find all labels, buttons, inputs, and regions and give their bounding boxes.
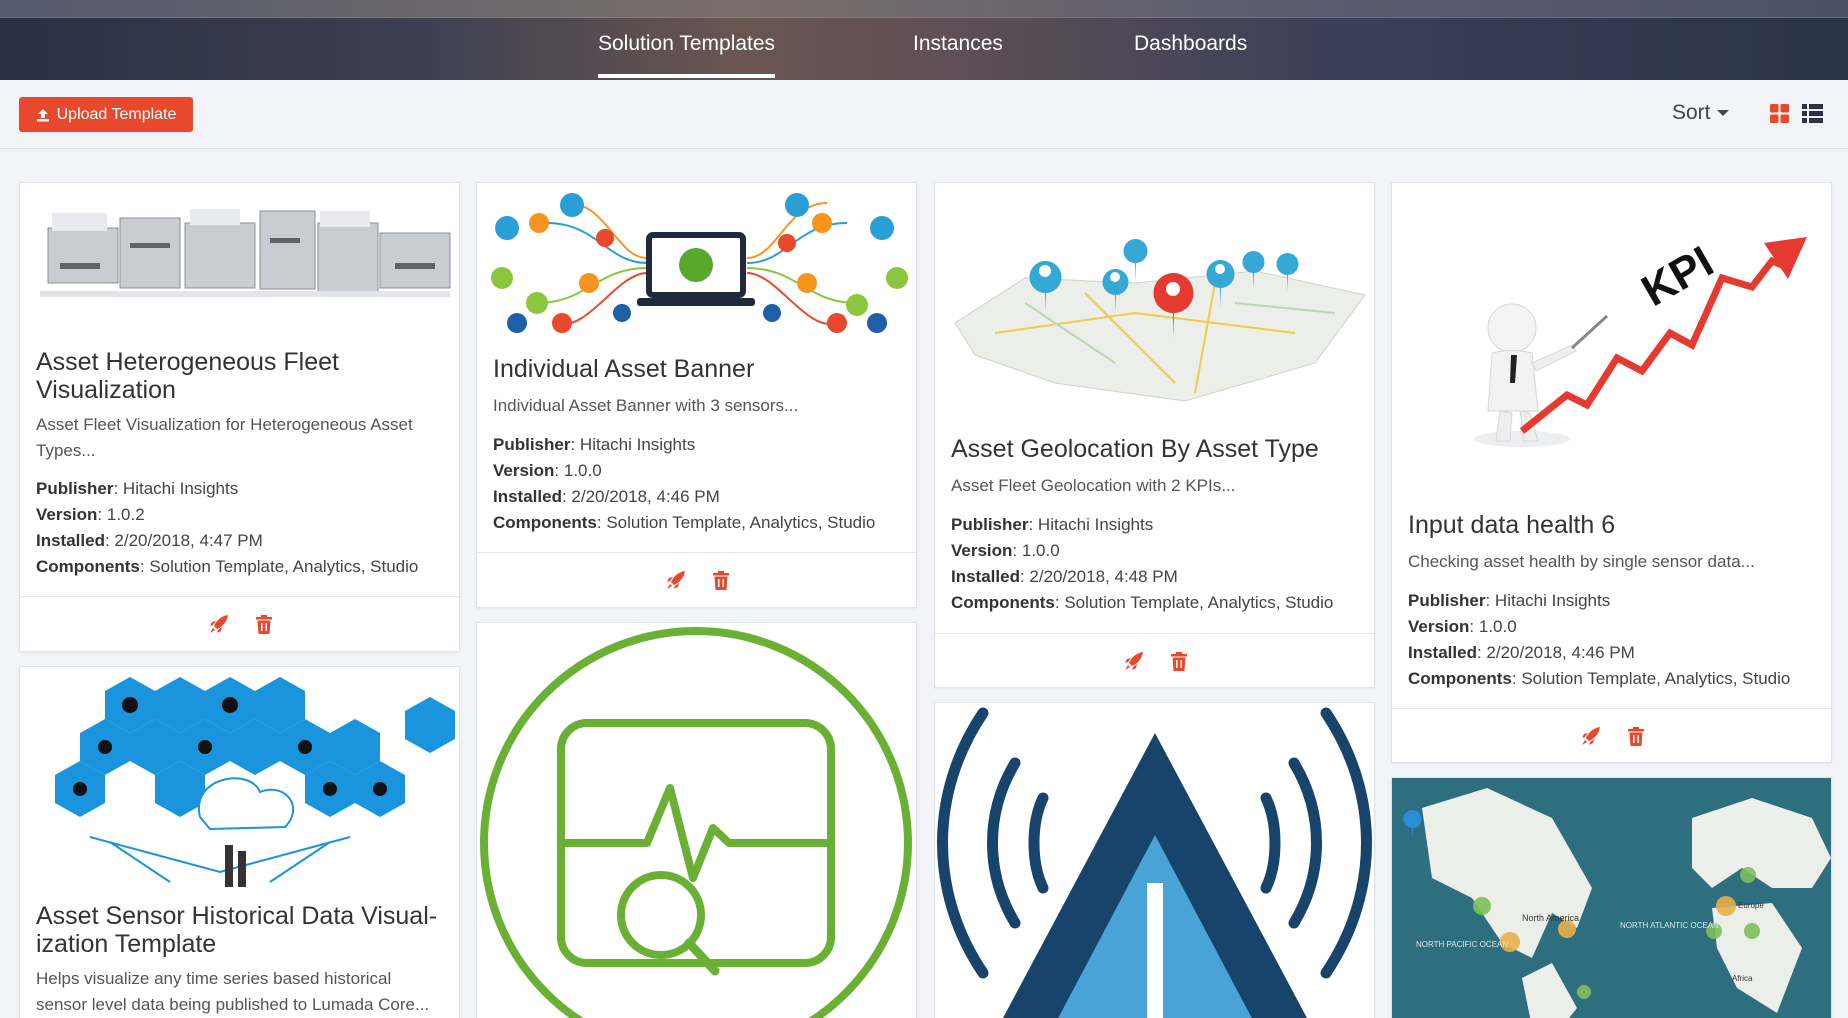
card-components: Components: Solution Template, Analytics…	[36, 557, 419, 576]
monitor-search-image	[477, 623, 916, 1018]
sort-label: Sort	[1672, 101, 1711, 124]
upload-template-button[interactable]: Upload Template	[19, 97, 193, 132]
card-description: Asset Fleet Geolocation with 2 KPIs...	[951, 476, 1236, 495]
card-description: Asset Fleet Visualization for Heterogene…	[36, 415, 413, 460]
template-card[interactable]: Individual Asset Banner Individual Asset…	[476, 182, 917, 608]
iot-hexagon-image	[20, 667, 459, 887]
sort-dropdown[interactable]: Sort	[1672, 101, 1729, 125]
card-description: Checking asset health by single sensor d…	[1408, 552, 1755, 571]
world-map-image: North America NORTH ATLANTIC OCEAN NORTH…	[1392, 778, 1831, 1018]
map-label: Africa	[1732, 974, 1753, 983]
card-version: Version: 1.0.2	[36, 505, 145, 524]
card-version: Version: 1.0.0	[493, 461, 602, 480]
map-label: NORTH ATLANTIC OCEAN	[1620, 921, 1719, 930]
card-title[interactable]: Individual Asset Banner	[493, 355, 902, 383]
upload-template-label: Upload Template	[56, 105, 177, 123]
tab-solution-templates[interactable]: Solution Templates	[598, 32, 776, 78]
rocket-icon[interactable]	[665, 569, 687, 591]
card-components: Components: Solution Template, Analytics…	[951, 593, 1334, 612]
trash-icon[interactable]	[1625, 725, 1647, 747]
template-card[interactable]: Asset Heterogeneous Fleet Visualization …	[19, 182, 460, 652]
tab-dashboards[interactable]: Dashboards	[1134, 32, 1247, 56]
card-title[interactable]: Asset Sensor Historical Data Visual-izat…	[36, 902, 445, 958]
template-card[interactable]	[476, 622, 917, 1018]
printers-image	[20, 183, 459, 333]
template-card[interactable]: North America NORTH ATLANTIC OCEAN NORTH…	[1391, 777, 1832, 1018]
grid-view-icon[interactable]	[1770, 104, 1789, 123]
rocket-icon[interactable]	[1580, 725, 1602, 747]
upload-icon	[36, 108, 49, 121]
rocket-icon[interactable]	[208, 613, 230, 635]
card-actions	[477, 552, 916, 607]
signal-warning-image	[935, 703, 1374, 1018]
template-card[interactable]: KPI Input data health 6 Checking asset h…	[1391, 182, 1832, 763]
card-description: Helps visualize any time series based hi…	[36, 969, 430, 1014]
trash-icon[interactable]	[1168, 650, 1190, 672]
kpi-chart-image: KPI	[1392, 183, 1831, 497]
map-label: Europe	[1738, 901, 1764, 910]
card-actions	[935, 633, 1374, 687]
trash-icon[interactable]	[710, 569, 732, 591]
top-navigation: Solution Templates Instances Dashboards	[0, 0, 1848, 80]
map-pins-image	[935, 183, 1374, 421]
map-label: NORTH PACIFIC OCEAN	[1416, 940, 1508, 949]
tab-instances[interactable]: Instances	[913, 32, 1003, 56]
template-card[interactable]: Asset Sensor Historical Data Visual-izat…	[19, 666, 460, 1018]
card-version: Version: 1.0.0	[1408, 617, 1517, 636]
rocket-icon[interactable]	[1123, 650, 1145, 672]
trash-icon[interactable]	[253, 613, 275, 635]
card-installed: Installed: 2/20/2018, 4:47 PM	[36, 531, 263, 550]
map-label: North America	[1522, 913, 1579, 923]
card-publisher: Publisher: Hitachi Insights	[36, 479, 239, 498]
card-title[interactable]: Asset Heterogeneous Fleet Visualization	[36, 348, 445, 404]
template-card[interactable]	[934, 702, 1375, 1018]
card-installed: Installed: 2/20/2018, 4:46 PM	[1408, 643, 1635, 662]
card-installed: Installed: 2/20/2018, 4:48 PM	[951, 567, 1178, 586]
caret-down-icon	[1716, 110, 1729, 116]
card-publisher: Publisher: Hitachi Insights	[951, 515, 1154, 534]
laptop-network-image	[477, 183, 916, 343]
card-components: Components: Solution Template, Analytics…	[1408, 669, 1791, 688]
card-installed: Installed: 2/20/2018, 4:46 PM	[493, 487, 720, 506]
card-title[interactable]: Asset Geolocation By Asset Type	[951, 435, 1360, 463]
card-actions	[20, 596, 459, 651]
card-publisher: Publisher: Hitachi Insights	[1408, 591, 1611, 610]
card-components: Components: Solution Template, Analytics…	[493, 513, 876, 532]
list-view-icon[interactable]	[1802, 104, 1823, 123]
card-title[interactable]: Input data health 6	[1408, 511, 1817, 539]
card-publisher: Publisher: Hitachi Insights	[493, 435, 696, 454]
toolbar: Upload Template Sort	[0, 80, 1848, 149]
card-actions	[1392, 708, 1831, 762]
card-version: Version: 1.0.0	[951, 541, 1060, 560]
card-description: Individual Asset Banner with 3 sensors..…	[493, 396, 799, 415]
template-card[interactable]: Asset Geolocation By Asset Type Asset Fl…	[934, 182, 1375, 688]
